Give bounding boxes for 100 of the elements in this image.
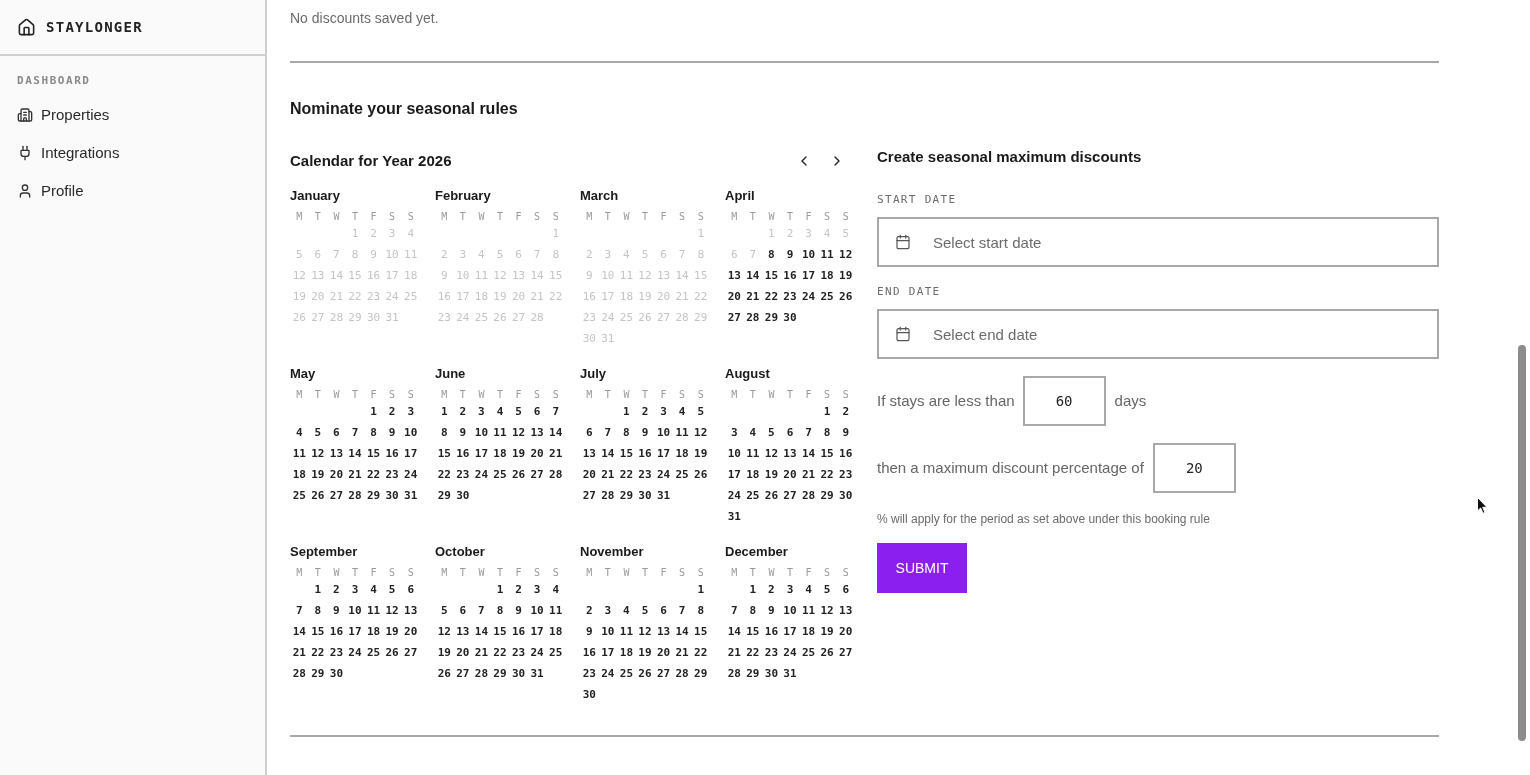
calendar-day[interactable]: 24 — [725, 486, 744, 507]
calendar-day[interactable]: 21 — [546, 444, 565, 465]
start-date-field[interactable]: Select start date — [877, 217, 1439, 267]
calendar-day[interactable]: 27 — [580, 486, 599, 507]
calendar-day[interactable]: 10 — [472, 423, 491, 444]
calendar-day[interactable]: 17 — [799, 266, 818, 287]
calendar-day[interactable]: 21 — [472, 643, 491, 664]
calendar-day[interactable]: 18 — [799, 622, 818, 643]
calendar-day[interactable]: 5 — [509, 402, 528, 423]
calendar-day[interactable]: 6 — [527, 402, 547, 423]
calendar-day[interactable]: 29 — [490, 664, 510, 685]
calendar-day[interactable]: 1 — [435, 402, 454, 423]
calendar-day[interactable]: 23 — [836, 465, 855, 486]
calendar-day[interactable]: 16 — [762, 622, 781, 643]
calendar-day[interactable]: 25 — [672, 465, 692, 486]
calendar-day[interactable]: 31 — [780, 664, 800, 685]
calendar-day[interactable]: 12 — [817, 601, 837, 622]
calendar-day[interactable]: 17 — [401, 444, 420, 465]
calendar-day[interactable]: 20 — [780, 465, 800, 486]
end-date-field[interactable]: Select end date — [877, 309, 1439, 359]
calendar-day[interactable]: 7 — [345, 423, 365, 444]
calendar-day[interactable]: 26 — [836, 287, 855, 308]
calendar-day[interactable]: 7 — [725, 601, 744, 622]
calendar-day[interactable]: 19 — [817, 622, 837, 643]
calendar-day[interactable]: 11 — [743, 444, 763, 465]
calendar-day[interactable]: 1 — [691, 580, 710, 601]
calendar-day[interactable]: 17 — [345, 622, 365, 643]
calendar-day[interactable]: 8 — [762, 245, 781, 266]
calendar-day[interactable]: 22 — [762, 287, 781, 308]
calendar-day[interactable]: 9 — [780, 245, 800, 266]
calendar-day[interactable]: 21 — [290, 643, 309, 664]
calendar-day[interactable]: 1 — [364, 402, 383, 423]
calendar-day[interactable]: 13 — [453, 622, 473, 643]
calendar-day[interactable]: 10 — [527, 601, 547, 622]
brand-name[interactable]: STAYLONGER — [46, 16, 143, 38]
calendar-day[interactable]: 20 — [453, 643, 473, 664]
submit-button[interactable]: SUBMIT — [877, 543, 967, 593]
calendar-day[interactable]: 12 — [691, 423, 710, 444]
calendar-day[interactable]: 12 — [308, 444, 328, 465]
calendar-day[interactable]: 8 — [743, 601, 763, 622]
calendar-day[interactable]: 16 — [382, 444, 402, 465]
calendar-day[interactable]: 11 — [290, 444, 309, 465]
calendar-day[interactable]: 13 — [836, 601, 855, 622]
calendar-day[interactable]: 28 — [472, 664, 491, 685]
calendar-day[interactable]: 4 — [672, 402, 692, 423]
calendar-day[interactable]: 23 — [635, 465, 655, 486]
calendar-day[interactable]: 10 — [345, 601, 365, 622]
calendar-day[interactable]: 9 — [327, 601, 346, 622]
calendar-day[interactable]: 27 — [527, 465, 547, 486]
calendar-day[interactable]: 20 — [401, 622, 420, 643]
calendar-day[interactable]: 26 — [509, 465, 528, 486]
calendar-day[interactable]: 27 — [654, 664, 673, 685]
calendar-day[interactable]: 13 — [725, 266, 744, 287]
calendar-day[interactable]: 13 — [580, 444, 599, 465]
calendar-day[interactable]: 29 — [308, 664, 328, 685]
calendar-day[interactable]: 12 — [509, 423, 528, 444]
calendar-day[interactable]: 28 — [290, 664, 309, 685]
calendar-day[interactable]: 31 — [527, 664, 547, 685]
home-icon[interactable] — [17, 17, 36, 37]
calendar-day[interactable]: 30 — [836, 486, 855, 507]
calendar-day[interactable]: 9 — [836, 423, 855, 444]
calendar-day[interactable]: 2 — [762, 580, 781, 601]
calendar-day[interactable]: 30 — [509, 664, 528, 685]
calendar-day[interactable]: 21 — [672, 643, 692, 664]
calendar-day[interactable]: 16 — [635, 444, 655, 465]
calendar-day[interactable]: 3 — [780, 580, 800, 601]
calendar-day[interactable]: 20 — [725, 287, 744, 308]
calendar-day[interactable]: 14 — [672, 622, 692, 643]
calendar-day[interactable]: 15 — [817, 444, 837, 465]
calendar-day[interactable]: 13 — [654, 622, 673, 643]
calendar-day[interactable]: 28 — [743, 308, 763, 329]
calendar-day[interactable]: 22 — [308, 643, 328, 664]
calendar-day[interactable]: 9 — [453, 423, 473, 444]
calendar-day[interactable]: 9 — [382, 423, 402, 444]
scrollbar-thumb[interactable] — [1518, 345, 1526, 741]
calendar-day[interactable]: 27 — [780, 486, 800, 507]
calendar-day[interactable]: 16 — [453, 444, 473, 465]
calendar-day[interactable]: 19 — [836, 266, 855, 287]
calendar-day[interactable]: 6 — [453, 601, 473, 622]
calendar-day[interactable]: 8 — [490, 601, 510, 622]
calendar-day[interactable]: 3 — [472, 402, 491, 423]
calendar-day[interactable]: 15 — [762, 266, 781, 287]
calendar-day[interactable]: 21 — [799, 465, 818, 486]
calendar-day[interactable]: 6 — [327, 423, 346, 444]
calendar-day[interactable]: 4 — [799, 580, 818, 601]
calendar-day[interactable]: 17 — [527, 622, 547, 643]
calendar-day[interactable]: 20 — [654, 643, 673, 664]
calendar-day[interactable]: 14 — [725, 622, 744, 643]
calendar-day[interactable]: 23 — [580, 664, 599, 685]
calendar-day[interactable]: 19 — [635, 643, 655, 664]
calendar-day[interactable]: 23 — [780, 287, 800, 308]
calendar-day[interactable]: 24 — [598, 664, 618, 685]
calendar-day[interactable]: 2 — [453, 402, 473, 423]
calendar-day[interactable]: 28 — [725, 664, 744, 685]
calendar-day[interactable]: 1 — [617, 402, 636, 423]
calendar-day[interactable]: 4 — [490, 402, 510, 423]
calendar-day[interactable]: 2 — [580, 601, 599, 622]
calendar-day[interactable]: 26 — [435, 664, 454, 685]
calendar-day[interactable]: 6 — [654, 601, 673, 622]
calendar-day[interactable]: 24 — [472, 465, 491, 486]
